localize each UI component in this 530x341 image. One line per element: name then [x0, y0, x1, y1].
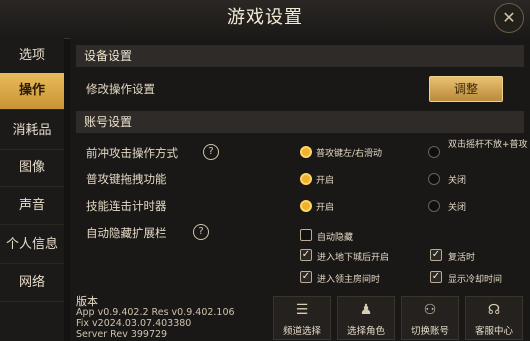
headset-icon: ☊ — [487, 302, 501, 318]
combo-timer-label: 技能连击计时器 — [86, 199, 167, 213]
help-icon[interactable]: ? — [193, 224, 209, 240]
sidebar-item-sound[interactable]: 声音 — [0, 188, 64, 225]
title-bar: 游戏设置 ✕ — [0, 0, 530, 39]
sidebar-item-label: 网络 — [18, 275, 45, 290]
close-button[interactable]: ✕ — [494, 3, 524, 33]
checkmark-icon: ✓ — [301, 249, 311, 260]
character-icon: ♟ — [359, 302, 373, 318]
attack-drag-label: 普攻键拖拽功能 — [86, 172, 167, 186]
version-title: 版本 — [76, 295, 98, 308]
sidebar-item-label: 选项 — [18, 48, 45, 63]
dash-attack-label: 前冲攻击操作方式 — [86, 146, 178, 160]
dash-attack-option-doubletap-radio[interactable] — [428, 146, 440, 158]
attack-drag-on-label: 开启 — [316, 176, 335, 186]
autohide-checkbox[interactable] — [300, 229, 312, 241]
users-icon: ⚇ — [423, 302, 437, 318]
window-title: 游戏设置 — [227, 7, 303, 28]
button-label: 客服中心 — [474, 326, 513, 337]
boss-room-label: 进入领主房间时 — [317, 275, 381, 285]
switch-account-button[interactable]: ⚇ 切换账号 — [401, 296, 459, 340]
button-label: 频道选择 — [282, 326, 321, 337]
list-icon: ☰ — [295, 302, 309, 318]
dash-attack-option-swipe-radio[interactable] — [300, 146, 312, 158]
sidebar: 选项 操作 消耗品 图像 声音 个人信息 网络 — [0, 38, 64, 341]
customer-service-button[interactable]: ☊ 客服中心 — [465, 296, 523, 340]
channel-select-button[interactable]: ☰ 频道选择 — [273, 296, 331, 340]
sidebar-item-label: 图像 — [18, 160, 45, 175]
dash-attack-option-doubletap-label: 双击摇杆不放+普攻 — [448, 140, 528, 150]
autohide-checkbox-label: 自动隐藏 — [317, 233, 354, 243]
sidebar-item-options[interactable]: 选项 — [0, 38, 64, 75]
help-icon[interactable]: ? — [203, 144, 219, 160]
adjust-button[interactable]: 调整 — [429, 76, 503, 102]
show-cooldown-checkbox[interactable]: ✓ — [430, 271, 442, 283]
version-line: Fix v2024.03.07.403380 — [76, 318, 192, 329]
version-info: 版本 App v0.9.402.2 Res v0.9.402.106 Fix v… — [76, 296, 235, 340]
sidebar-item-graphics[interactable]: 图像 — [0, 150, 64, 187]
sidebar-item-consumables[interactable]: 消耗品 — [0, 113, 64, 150]
combo-timer-off-label: 关闭 — [448, 203, 467, 213]
enter-dungeon-checkbox[interactable]: ✓ — [300, 249, 312, 261]
sidebar-item-label: 个人信息 — [5, 237, 58, 252]
sidebar-item-profile[interactable]: 个人信息 — [0, 227, 64, 264]
select-character-button[interactable]: ♟ 选择角色 — [337, 296, 395, 340]
attack-drag-off-radio[interactable] — [428, 173, 440, 185]
close-icon: ✕ — [502, 8, 516, 27]
sidebar-item-network[interactable]: 网络 — [0, 265, 64, 302]
version-line: Server Rev 399729 — [76, 329, 168, 340]
combo-timer-off-radio[interactable] — [428, 200, 440, 212]
dash-attack-option-swipe-label: 普攻键左/右滑动 — [316, 149, 383, 159]
enter-dungeon-label: 进入地下城后开启 — [317, 253, 390, 263]
autohide-bar-label: 自动隐藏扩展栏 — [86, 226, 167, 240]
sidebar-item-label: 声音 — [18, 198, 45, 213]
on-revive-label: 复活时 — [448, 253, 476, 263]
on-revive-checkbox[interactable]: ✓ — [430, 249, 442, 261]
attack-drag-off-label: 关闭 — [448, 176, 467, 186]
button-label: 切换账号 — [410, 326, 449, 337]
account-settings-header: 账号设置 — [76, 111, 524, 133]
show-cooldown-label: 显示冷却时间 — [448, 275, 503, 285]
checkmark-icon: ✓ — [431, 249, 441, 260]
device-settings-header: 设备设置 — [76, 45, 524, 67]
checkmark-icon: ✓ — [431, 271, 441, 282]
modify-controls-label: 修改操作设置 — [86, 82, 155, 96]
boss-room-checkbox[interactable]: ✓ — [300, 271, 312, 283]
combo-timer-on-radio[interactable] — [300, 200, 312, 212]
sidebar-item-label: 操作 — [18, 83, 45, 98]
version-line: App v0.9.402.2 Res v0.9.402.106 — [76, 307, 235, 318]
sidebar-item-label: 消耗品 — [12, 123, 52, 138]
attack-drag-on-radio[interactable] — [300, 173, 312, 185]
settings-panel: 设备设置 修改操作设置 调整 账号设置 前冲攻击操作方式 ? 普攻键左/右滑动 … — [70, 38, 530, 341]
combo-timer-on-label: 开启 — [316, 203, 335, 213]
button-label: 选择角色 — [346, 326, 385, 337]
checkmark-icon: ✓ — [301, 271, 311, 282]
sidebar-item-controls[interactable]: 操作 — [0, 73, 64, 110]
